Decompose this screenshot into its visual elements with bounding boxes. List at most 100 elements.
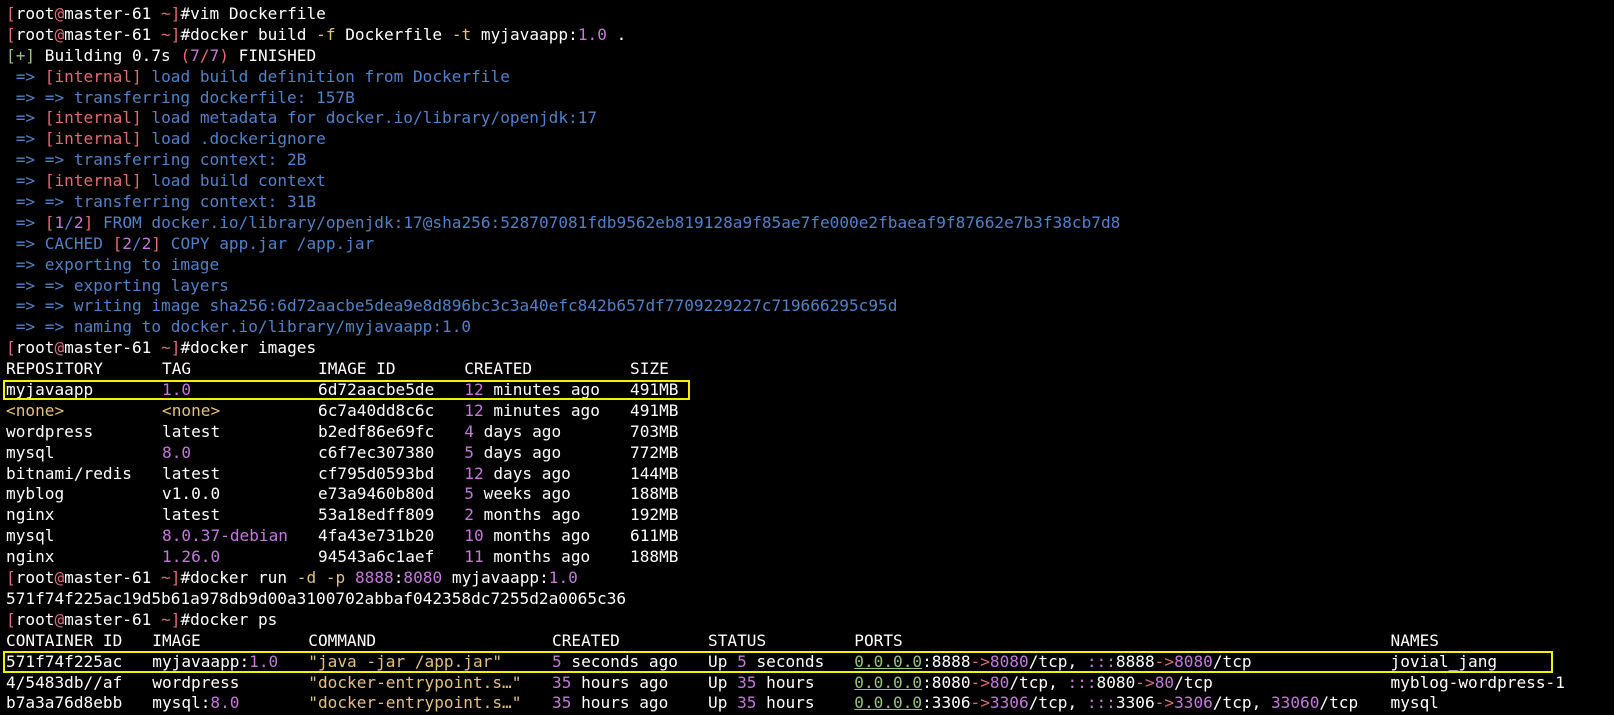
image-row-cell: 192MB	[630, 505, 679, 525]
container-row-cell: myblog-wordpress-1	[1390, 672, 1565, 692]
image-row-cell: 188MB	[630, 484, 679, 504]
build-step: => => exporting layers	[6, 275, 229, 295]
image-row-cell: 611MB	[630, 526, 679, 546]
ps-header-cell: CREATED	[552, 630, 620, 650]
image-row-cell: 12 days ago	[464, 463, 571, 483]
image-row-cell: 4fa43e731b20	[318, 526, 435, 546]
highlight-box	[3, 650, 1553, 673]
build-step: => exporting to image	[6, 254, 220, 274]
image-row-cell: latest	[162, 421, 221, 441]
terminal-output[interactable]: [root@master-61 ~]#vim Dockerfile [root@m…	[3, 4, 1614, 714]
image-row-cell: wordpress	[6, 421, 94, 441]
image-row-cell: bitnami/redis	[6, 463, 132, 483]
image-row-cell: mysql	[6, 442, 55, 462]
image-row-cell: 188MB	[630, 547, 679, 567]
container-row-cell: mysql	[1390, 693, 1439, 713]
build-step: => => transferring context: 31B	[6, 192, 317, 212]
ps-header-cell: IMAGE	[152, 630, 201, 650]
build-step: => => writing image sha256:6d72aacbe5dea…	[6, 296, 898, 316]
container-row: 4/5483db//af wordpress "docker-entrypoint.…	[6, 673, 1614, 694]
command-text: docker run -d -p 8888:8080 myjavaapp:1.0	[190, 568, 578, 588]
image-row: wordpress latest b2edf86e69fc 4 days ago 703…	[6, 422, 1614, 443]
container-row-cell: 35 hours ago	[552, 672, 669, 692]
image-row-cell: c6f7ec307380	[318, 442, 435, 462]
build-step: => => naming to docker.io/library/myjava…	[6, 317, 472, 337]
container-row-cell: 0.0.0.0:3306->3306/tcp, :::3306->3306/tc…	[854, 693, 1359, 713]
container-row-cell: wordpress	[152, 672, 240, 692]
images-header-cell: REPOSITORY	[6, 359, 103, 379]
command-prompt-line[interactable]: [root@master-61 ~]#vim Dockerfile	[6, 4, 1614, 25]
build-step: => [1/2] FROM docker.io/library/openjdk:…	[6, 212, 1121, 232]
command-prompt-line[interactable]: [root@master-61 ~]#docker build -f Docke…	[6, 25, 1614, 46]
image-row-cell: 53a18edff809	[318, 505, 435, 525]
image-row-cell: 491MB	[630, 400, 679, 420]
build-header: [+] Building 0.7s (7/7) FINISHED	[6, 45, 317, 65]
image-row-cell: 772MB	[630, 442, 679, 462]
highlight-box	[3, 380, 690, 401]
image-row-cell: v1.0.0	[162, 484, 221, 504]
ps-header: CONTAINER ID IMAGE COMMAND CREATED STATUS POR…	[6, 631, 1614, 652]
container-row-cell: b7a3a76d8ebb	[6, 693, 123, 713]
build-step: => [internal] load .dockerignore	[6, 129, 326, 149]
image-row-cell: cf795d0593bd	[318, 463, 435, 483]
image-row-cell: 10 months ago	[464, 526, 591, 546]
container-row-cell: "docker-entrypoint.s…"	[308, 672, 522, 692]
build-step: => [internal] load build context	[6, 171, 326, 191]
build-step: => => transferring context: 2B	[6, 150, 307, 170]
image-row-cell: 703MB	[630, 421, 679, 441]
image-row-cell: nginx	[6, 505, 55, 525]
container-id-output: 571f74f225ac19d5b61a978db9d00a3100702abb…	[6, 588, 627, 608]
image-row-cell: 5 days ago	[464, 442, 562, 462]
image-row-cell: 1.26.0	[162, 547, 221, 567]
image-row-cell: mysql	[6, 526, 55, 546]
image-row: mysql 8.0.37-debian 4fa43e731b20 10 months …	[6, 526, 1614, 547]
image-row-cell: 11 months ago	[464, 547, 591, 567]
ps-header-cell: PORTS	[854, 630, 903, 650]
build-step: => CACHED [2/2] COPY app.jar /app.jar	[6, 233, 375, 253]
container-row-cell: 35 hours ago	[552, 693, 669, 713]
image-row-cell: nginx	[6, 547, 55, 567]
image-row-cell: 8.0.37-debian	[162, 526, 288, 546]
image-row-cell: latest	[162, 463, 221, 483]
command-text: vim Dockerfile	[190, 4, 326, 23]
images-header-cell: IMAGE ID	[318, 359, 396, 379]
build-step: => => transferring dockerfile: 157B	[6, 87, 355, 107]
image-row: mysql 8.0 c6f7ec307380 5 days ago 772MB	[6, 443, 1614, 464]
image-row: bitnami/redis latest cf795d0593bd 12 days a…	[6, 464, 1614, 485]
command-text: docker build -f Dockerfile -t myjavaapp:…	[190, 24, 627, 44]
images-header-cell: CREATED	[464, 359, 533, 379]
container-row-cell: Up 35 hours	[708, 672, 815, 692]
container-row-cell: 0.0.0.0:8080->80/tcp, :::8080->80/tcp	[854, 672, 1213, 692]
image-row-cell: b2edf86e69fc	[318, 421, 435, 441]
container-row-cell: Up 35 hours	[708, 693, 815, 713]
command-text: docker images	[190, 338, 317, 358]
image-row-cell: 8.0	[162, 442, 192, 462]
image-row-cell: 94543a6c1aef	[318, 547, 435, 567]
image-row: myjavaapp 1.0 6d72aacbe5de 12 minutes ago 49…	[3, 380, 1614, 401]
image-row-cell: latest	[162, 505, 221, 525]
ps-header-cell: NAMES	[1390, 630, 1439, 650]
command-prompt-line[interactable]: [root@master-61 ~]#docker ps	[6, 610, 1614, 631]
image-row-cell: myblog	[6, 484, 65, 504]
image-row-cell: 6c7a40dd8c6c	[318, 400, 435, 420]
image-row: myblog v1.0.0 e73a9460b80d 5 weeks ago 188MB	[6, 484, 1614, 505]
build-step: => [internal] load metadata for docker.i…	[6, 108, 598, 128]
image-row: nginx 1.26.0 94543a6c1aef 11 months ago 188M…	[6, 547, 1614, 568]
container-row-cell: "docker-entrypoint.s…"	[308, 693, 522, 713]
command-prompt-line[interactable]: [root@master-61 ~]#docker run -d -p 8888…	[6, 568, 1614, 589]
ps-header-cell: CONTAINER ID	[6, 630, 123, 650]
image-row-cell: <none>	[6, 400, 65, 420]
images-header-cell: TAG	[162, 359, 192, 379]
images-header: REPOSITORY TAG IMAGE ID CREATED SIZE	[6, 359, 1614, 380]
image-row-cell: e73a9460b80d	[318, 484, 435, 504]
image-row-cell: 2 months ago	[464, 505, 581, 525]
image-row-cell: 5 weeks ago	[464, 484, 571, 504]
image-row-cell: <none>	[162, 400, 221, 420]
image-row-cell: 12 minutes ago	[464, 400, 600, 420]
ps-header-cell: STATUS	[708, 630, 767, 650]
command-prompt-line[interactable]: [root@master-61 ~]#docker images	[6, 338, 1614, 359]
ps-header-cell: COMMAND	[308, 630, 377, 650]
build-step: => [internal] load build definition from…	[6, 66, 510, 86]
container-row: b7a3a76d8ebb mysql:8.0 "docker-entrypoint.…	[6, 693, 1614, 714]
image-row: nginx latest 53a18edff809 2 months ago 192MB	[6, 505, 1614, 526]
